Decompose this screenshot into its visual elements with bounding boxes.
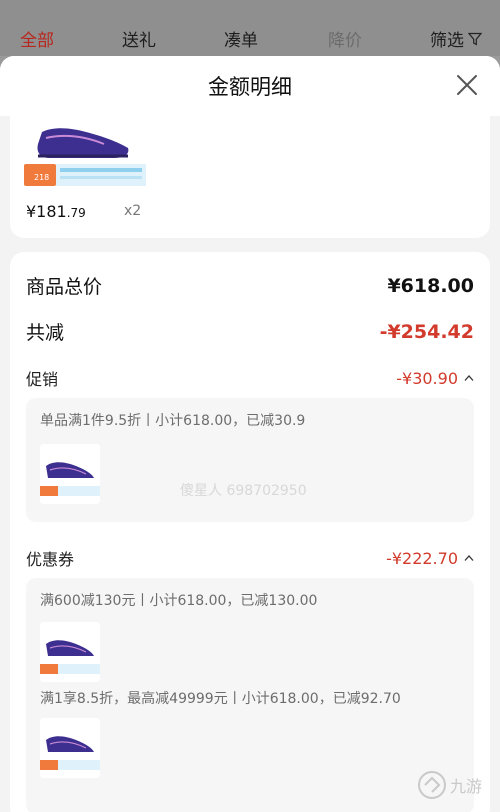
total-row: 商品总价 ¥618.00 (26, 272, 474, 299)
coupon-product-thumb-1 (40, 622, 100, 682)
reduce-row: 共减 -¥254.42 (26, 318, 474, 345)
tab-price-drop[interactable]: 降价 (328, 26, 362, 51)
product-image: 218 (24, 128, 146, 186)
brand-logo-icon: 九游 (418, 771, 482, 799)
watermark: 傻星人 698702950 (180, 483, 307, 499)
coupon-value: -¥222.70 (386, 548, 458, 568)
promo-detail: 单品满1件9.5折丨小计618.00，已减30.9 傻星人 698702950 (26, 398, 474, 522)
tab-combine[interactable]: 凑单 (224, 26, 258, 51)
coupon-line-1: 满600减130元丨小计618.00，已减130.00 (40, 593, 318, 609)
close-icon[interactable] (454, 72, 480, 98)
tab-bar: 全部 送礼 凑单 降价 筛选 (0, 0, 500, 56)
sheet-header: 金额明细 (0, 56, 500, 116)
promo-row[interactable]: 促销 -¥30.90 (26, 366, 474, 390)
promo-label: 促销 (26, 370, 59, 389)
price-dec: .79 (66, 206, 86, 220)
reduce-value: -¥254.42 (379, 320, 474, 343)
tab-all[interactable]: 全部 (20, 26, 54, 51)
total-value: ¥618.00 (387, 274, 474, 297)
total-label: 商品总价 (26, 276, 103, 298)
unit-price: ¥181.79 (26, 202, 86, 221)
product-card[interactable]: 218 ¥181.79 x2 (10, 116, 490, 238)
filter-label: 筛选 (430, 31, 464, 51)
filter-icon (468, 32, 482, 46)
reduce-label: 共减 (26, 322, 65, 344)
price-int: ¥181 (26, 202, 67, 221)
promo-product-thumb (40, 444, 100, 504)
amount-detail-sheet: 金额明细 218 ¥181.79 x2 商品总价 ¥618.00 共减 -¥25… (0, 56, 500, 812)
tab-filter[interactable]: 筛选 (430, 26, 482, 51)
chevron-up-icon[interactable] (464, 374, 474, 382)
coupon-detail: 满600减130元丨小计618.00，已减130.00 满1享8.5折，最高减4… (26, 578, 474, 812)
coupon-product-thumb-2 (40, 718, 100, 778)
tab-gift[interactable]: 送礼 (122, 26, 156, 51)
quantity: x2 (124, 203, 142, 219)
details-card: 商品总价 ¥618.00 共减 -¥254.42 促销 -¥30.90 单品满1… (10, 252, 490, 812)
brand-logo-text: 九游 (450, 777, 482, 796)
coupon-label: 优惠券 (26, 550, 75, 569)
sheet-title: 金额明细 (208, 75, 292, 99)
promo-value: -¥30.90 (396, 368, 458, 388)
price-tag: 218 (34, 173, 49, 182)
coupon-line-2: 满1享8.5折，最高减49999元丨小计618.00，已减92.70 (40, 691, 401, 707)
coupon-row[interactable]: 优惠券 -¥222.70 (26, 546, 474, 570)
promo-line: 单品满1件9.5折丨小计618.00，已减30.9 (40, 413, 306, 429)
chevron-up-icon[interactable] (464, 554, 474, 562)
